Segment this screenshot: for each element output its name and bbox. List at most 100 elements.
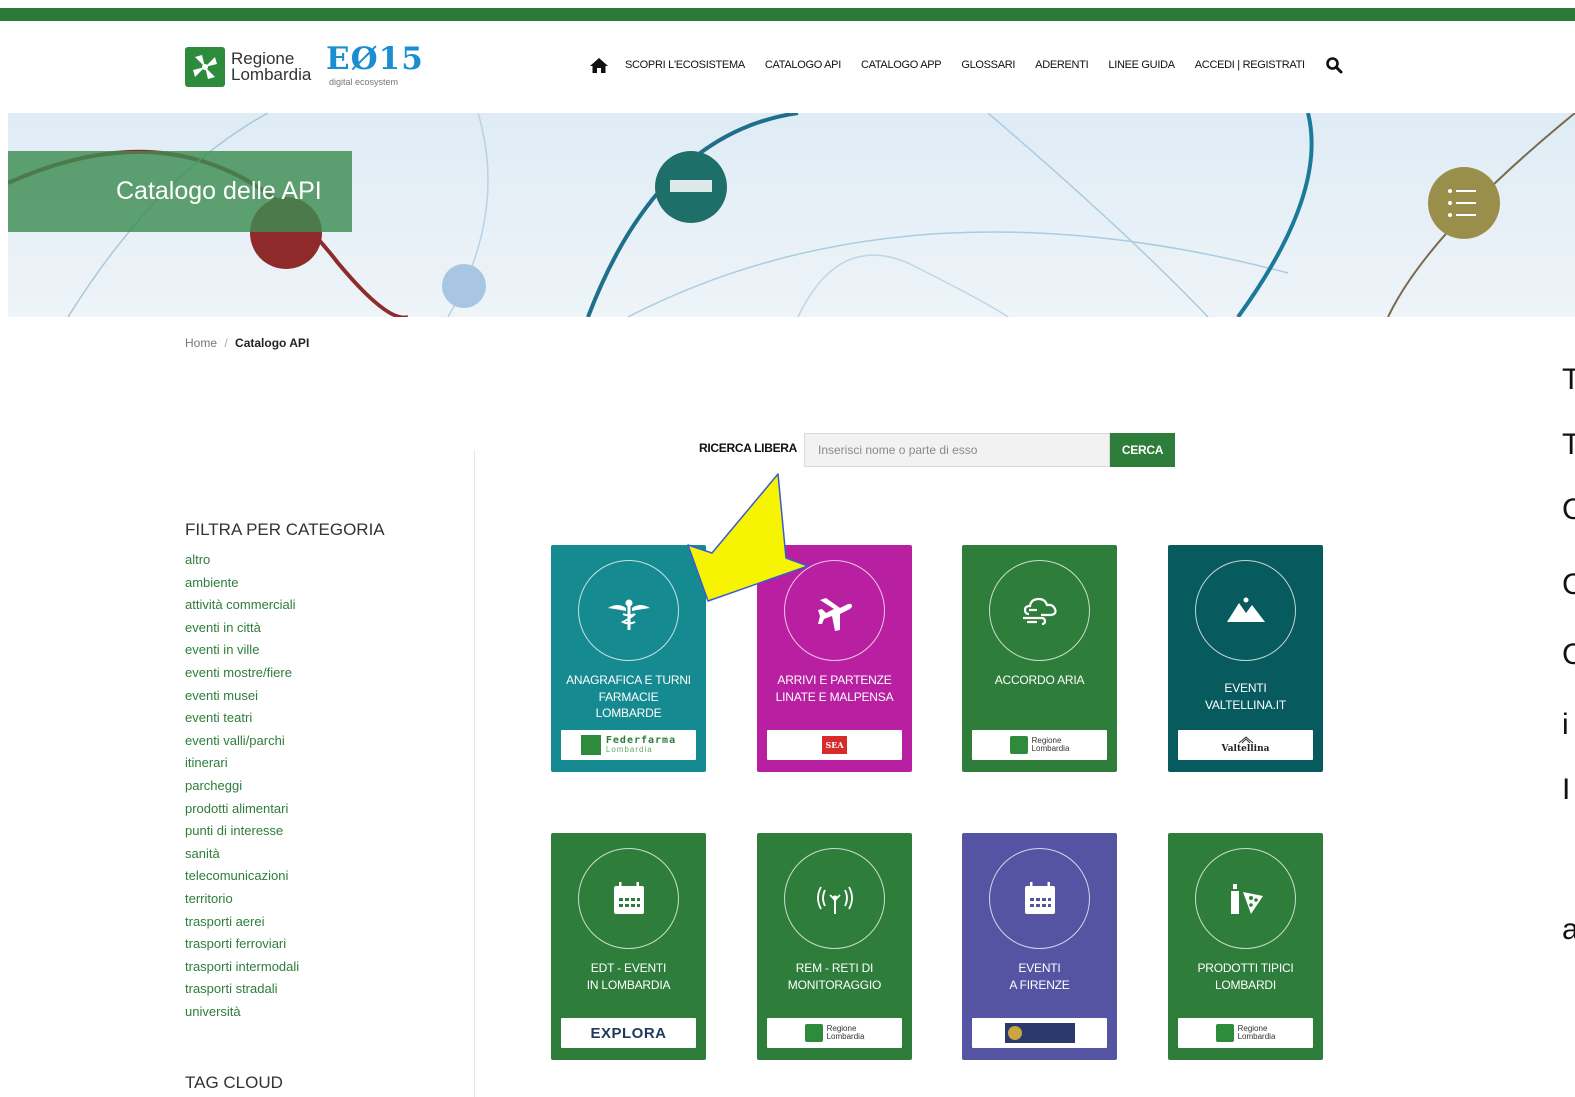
nav-linee-guida[interactable]: LINEE GUIDA (1108, 59, 1175, 71)
category-link[interactable]: trasporti intermodali (185, 956, 445, 979)
card-icon-circle (989, 560, 1090, 661)
category-link[interactable]: attività commerciali (185, 594, 445, 617)
category-link[interactable]: territorio (185, 888, 445, 911)
api-card-prodotti-tipici[interactable]: PRODOTTI TIPICI LOMBARDI Regione Lombard… (1168, 833, 1323, 1060)
clipped-letter: T (1562, 428, 1575, 461)
regione-logo-sub: Lombardia (1237, 1032, 1276, 1041)
category-link[interactable]: università (185, 1001, 445, 1024)
api-card-edt-eventi[interactable]: EDT - EVENTI IN LOMBARDIA EXPLORA (551, 833, 706, 1060)
breadcrumb-separator: / (224, 336, 228, 350)
card-icon-circle (578, 560, 679, 661)
card-icon-circle (1195, 560, 1296, 661)
category-link[interactable]: parcheggi (185, 775, 445, 798)
regione-logo-sub: Lombardia (826, 1032, 865, 1041)
nav-aderenti[interactable]: ADERENTI (1035, 59, 1089, 71)
api-card-eventi-valtellina[interactable]: EVENTI VALTELLINA.IT Valtellina (1168, 545, 1323, 772)
e015-logo[interactable]: EØ15 digital ecosystem (326, 42, 426, 90)
home-icon[interactable] (588, 55, 610, 75)
federfarma-logo-text: Federfarma (605, 735, 677, 746)
category-link[interactable]: prodotti alimentari (185, 798, 445, 821)
card-icon-circle (784, 560, 885, 661)
category-link[interactable]: trasporti stradali (185, 978, 445, 1001)
clipped-letter: I (1562, 773, 1571, 806)
search-input[interactable] (804, 433, 1110, 467)
breadcrumb-home[interactable]: Home (185, 336, 217, 350)
calendar-icon (1025, 882, 1055, 914)
valtellina-logo: Valtellina (1178, 730, 1313, 760)
category-link[interactable]: ambiente (185, 572, 445, 595)
federfarma-logo-sub: Lombardia (605, 745, 653, 754)
nav-glossari[interactable]: GLOSSARI (961, 59, 1015, 71)
regione-lombardia-logo[interactable]: Regione Lombardia (185, 47, 315, 89)
search-button[interactable]: CERCA (1110, 433, 1175, 467)
regione-lombardia-card-logo: Regione Lombardia (1178, 1018, 1313, 1048)
api-card-farmacie[interactable]: ANAGRAFICA E TURNI FARMACIE LOMBARDE Fed… (551, 545, 706, 772)
sea-logo-text: SEA (822, 736, 847, 754)
explora-logo-text: EXPLORA (590, 1024, 667, 1042)
nav-catalogo-api[interactable]: CATALOGO API (765, 59, 841, 71)
api-card-accordo-aria[interactable]: ACCORDO ARIA Regione Lombardia (962, 545, 1117, 772)
food-icon (1231, 884, 1263, 914)
firenze-logo (972, 1018, 1107, 1048)
category-link[interactable]: telecomunicazioni (185, 865, 445, 888)
tag-cloud-title: TAG CLOUD (185, 1073, 283, 1092)
regione-lombardia-mark-icon (185, 47, 225, 87)
category-link[interactable]: sanità (185, 843, 445, 866)
category-link[interactable]: eventi in ville (185, 639, 445, 662)
breadcrumb-current: Catalogo API (235, 336, 310, 350)
clipped-letter: a (1562, 913, 1575, 946)
api-card-eventi-firenze[interactable]: EVENTI A FIRENZE (962, 833, 1117, 1060)
category-link[interactable]: eventi valli/parchi (185, 730, 445, 753)
card-title-line: ANAGRAFICA E TURNI (566, 673, 691, 687)
federfarma-mark-icon (580, 735, 601, 755)
card-icon-circle (578, 848, 679, 949)
category-link[interactable]: eventi mostre/fiere (185, 662, 445, 685)
clipped-letter: C (1562, 493, 1575, 526)
category-link[interactable]: eventi teatri (185, 707, 445, 730)
category-link[interactable]: eventi in città (185, 617, 445, 640)
logo-text-line2: Lombardia (231, 65, 312, 84)
federfarma-logo: Federfarma Lombardia (561, 730, 696, 760)
category-link[interactable]: altro (185, 549, 445, 572)
regione-lombardia-mark-icon (1009, 736, 1028, 754)
api-card-arrivi-partenze[interactable]: ARRIVI E PARTENZE LINATE E MALPENSA SEA (757, 545, 912, 772)
category-link[interactable]: trasporti ferroviari (185, 933, 445, 956)
explora-logo: EXPLORA (561, 1018, 696, 1048)
search-icon[interactable] (1325, 56, 1343, 74)
category-link[interactable]: punti di interesse (185, 820, 445, 843)
card-title-line: PRODOTTI TIPICI (1197, 961, 1294, 975)
breadcrumb: Home / Catalogo API (185, 336, 309, 350)
card-title-line: LOMBARDI (1214, 977, 1277, 992)
card-title-line: LOMBARDE (595, 706, 662, 720)
e015-logo-subtitle: digital ecosystem (329, 77, 399, 87)
nav-catalogo-app[interactable]: CATALOGO APP (861, 59, 942, 71)
hero-banner: Catalogo delle API (8, 113, 1575, 317)
category-link[interactable]: trasporti aerei (185, 911, 445, 934)
category-link[interactable]: itinerari (185, 752, 445, 775)
category-link[interactable]: eventi musei (185, 685, 445, 708)
card-icon-circle (784, 848, 885, 949)
card-title-line: IN LOMBARDIA (586, 977, 671, 992)
e015-logo-title: EØ15 (326, 41, 424, 77)
regione-lombardia-card-logo: Regione Lombardia (972, 730, 1107, 760)
card-icon-circle (989, 848, 1090, 949)
airplane-icon (818, 598, 852, 631)
mountain-icon (1227, 597, 1265, 622)
top-accent-bar (0, 8, 1575, 21)
nav-accedi-registrati[interactable]: ACCEDI | REGISTRATI (1195, 59, 1305, 71)
card-title-line: LINATE E MALPENSA (775, 689, 894, 704)
clipped-right-text: T T C C C i I a (1562, 355, 1575, 955)
regione-lombardia-mark-icon (1215, 1024, 1234, 1042)
sea-logo: SEA (767, 730, 902, 760)
cloud-wind-icon (1023, 597, 1057, 626)
category-list: altro ambiente attività commerciali even… (185, 549, 445, 1023)
firenze-emblem-icon (1004, 1023, 1075, 1043)
nav-scopri-ecosistema[interactable]: SCOPRI L'ECOSISTEMA (625, 59, 745, 71)
api-card-rem-reti[interactable]: REM - RETI DI MONITORAGGIO Regione Lomba… (757, 833, 912, 1060)
caduceus-icon (608, 599, 650, 630)
antenna-icon (817, 886, 853, 914)
card-title-line: ACCORDO ARIA (994, 673, 1085, 687)
sidebar-divider (474, 450, 475, 1097)
search-label: RICERCA LIBERA (699, 441, 798, 455)
valtellina-mark-icon (1238, 736, 1253, 744)
